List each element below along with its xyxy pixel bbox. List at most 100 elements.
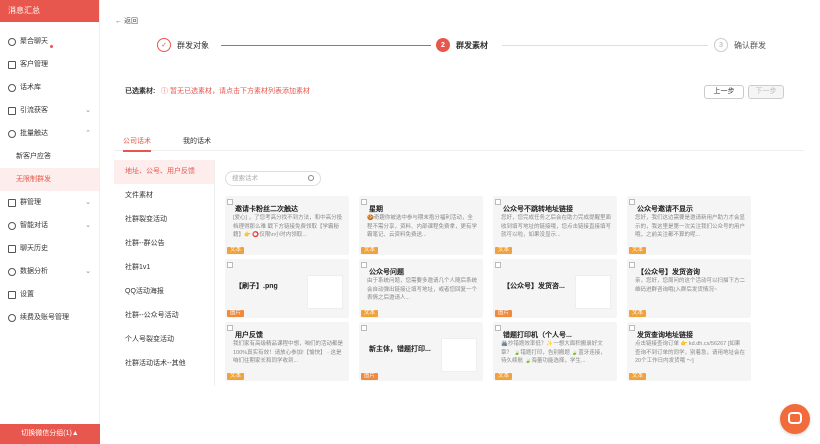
category-item[interactable]: 社群裂变活动 xyxy=(114,208,214,232)
step-connector-1 xyxy=(221,45,431,46)
material-card[interactable]: 【刷子】.png 图片 xyxy=(225,259,349,318)
card-checkbox[interactable] xyxy=(629,262,635,268)
material-card[interactable]: 公众号问题由于系统问题，您需要多邀请几个人随后系统会自动弹出链接让填写地址，或者… xyxy=(359,259,483,318)
step-2-label: 群发素材 xyxy=(456,40,488,50)
next-step-button[interactable]: 下一步 xyxy=(748,85,784,99)
card-type-tag: 文本 xyxy=(227,247,245,254)
chevron-icon: ⌄ xyxy=(85,107,91,114)
sidebar-item-0[interactable]: 聚合聊天 xyxy=(0,30,99,53)
sidebar-item-3[interactable]: 引流获客 ⌄ xyxy=(0,99,99,122)
sidebar-item-8[interactable]: 智能对话 ⌄ xyxy=(0,214,99,237)
card-type-tag: 图片 xyxy=(495,310,513,317)
sidebar-item-5[interactable]: 新客户应答 xyxy=(0,145,99,168)
chevron-icon: ⌃ xyxy=(85,130,91,137)
material-card[interactable]: 公众号邀请不显示 您好，我们这边需要是邀请新用户助力才会显示的，我这里是第一次关注… xyxy=(627,196,751,255)
card-checkbox[interactable] xyxy=(227,199,233,205)
category-item[interactable]: 文件素材 xyxy=(114,184,214,208)
chevron-icon: ⌄ xyxy=(85,199,91,206)
support-chat-button[interactable] xyxy=(780,404,810,434)
category-item[interactable]: 社群--公众号活动 xyxy=(114,304,214,328)
sidebar-item-7[interactable]: 群管理 ⌄ xyxy=(0,191,99,214)
card-checkbox[interactable] xyxy=(361,325,367,331)
category-item[interactable]: 社群1v1 xyxy=(114,256,214,280)
chevron-icon: ⌄ xyxy=(85,268,91,275)
card-checkbox[interactable] xyxy=(495,262,501,268)
category-item[interactable]: 社群--群公告 xyxy=(114,232,214,256)
sidebar-item-10[interactable]: 数据分析 ⌄ xyxy=(0,260,99,283)
sidebar-item-2[interactable]: 话术库 xyxy=(0,76,99,99)
image-thumbnail xyxy=(441,338,477,372)
category-item[interactable]: QQ活动海报 xyxy=(114,280,214,304)
card-type-tag: 文本 xyxy=(361,247,379,254)
card-checkbox[interactable] xyxy=(495,199,501,205)
card-checkbox[interactable] xyxy=(629,325,635,331)
category-item[interactable]: 地址、公号、用户反馈 xyxy=(114,160,214,184)
category-item[interactable]: 个人号裂变活动 xyxy=(114,328,214,352)
sidebar-item-9[interactable]: 聊天历史 xyxy=(0,237,99,260)
card-title: 【公众号】发货咨... xyxy=(503,283,565,290)
image-thumbnail xyxy=(307,275,343,309)
sidebar-item-11[interactable]: 设置 xyxy=(0,283,99,306)
card-checkbox[interactable] xyxy=(361,262,367,268)
card-checkbox[interactable] xyxy=(361,199,367,205)
sidebar-item-label: 设置 xyxy=(20,291,34,298)
material-card[interactable]: 【公众号】发货咨... 图片 xyxy=(493,259,617,318)
switch-wechat-group-button[interactable]: 切换微信分组(1)▲ xyxy=(0,424,100,444)
sidebar-item-label: 续费及账号管理 xyxy=(20,314,69,321)
sidebar-item-label: 客户管理 xyxy=(20,61,48,68)
material-card[interactable]: 星期 🍪奇趣你被选中参与期末抱分福利活动，全程不需分享，资料、内部课程免费拿，更有… xyxy=(359,196,483,255)
material-card[interactable]: 公众号不跳转地址链接 您好，您完成任务之后会在助力完成提醒里面收到填写地址的链接哦… xyxy=(493,196,617,255)
card-checkbox[interactable] xyxy=(495,325,501,331)
prev-step-button[interactable]: 上一步 xyxy=(704,85,744,99)
card-title: 星期 xyxy=(369,206,383,213)
material-tabs: 公司话术 我的话术 xyxy=(114,134,804,152)
back-link[interactable]: ← 返回 xyxy=(115,16,138,26)
step-1-label: 群发对象 xyxy=(177,40,209,50)
card-title: 邀请卡粉丝二次触达 xyxy=(235,206,298,213)
tab-my-scripts[interactable]: 我的话术 xyxy=(183,136,211,146)
group-icon xyxy=(8,198,16,207)
card-type-tag: 文本 xyxy=(495,247,513,254)
material-card[interactable]: 邀请卡粉丝二次触达 [爱心] ，了您考高分找不到方法，和中高分投档理得那么难 戳下… xyxy=(225,196,349,255)
sidebar-item-12[interactable]: 续费及账号管理 xyxy=(0,306,99,329)
category-list: 地址、公号、用户反馈 文件素材 社群裂变活动 社群--群公告 社群1v1 QQ活动海报 社群… xyxy=(114,160,214,376)
material-card[interactable]: 【公众号】发货咨询 亲，您好，您周问的这个活动可以扫描下方二维码进群咨询哦(入群后… xyxy=(627,259,751,318)
material-card[interactable]: 用户反馈 我们家有高级精品课程中想，咱们的活动都是100%真实有效！请放心参加!【… xyxy=(225,322,349,381)
sidebar-item-4[interactable]: 批量触达 ⌃ xyxy=(0,122,99,145)
sidebar-item-label: 无限制群发 xyxy=(16,176,51,183)
sidebar-item-label: 群管理 xyxy=(20,199,41,206)
material-card[interactable]: 发货查询地址链接 点击链接查询订单 👉 kd.dh.cx/56267 [如果查询不… xyxy=(627,322,751,381)
card-checkbox[interactable] xyxy=(227,325,233,331)
card-body: 我们家有高级精品课程中想，咱们的活动都是100%真实有效！请放心参加!【愉快】 … xyxy=(233,341,343,364)
card-body: 🖨️抄错题效率低？✨一想大面积搬录好文章？ 🍃错题打印，告别搬题 🍃蓝牙连接，待… xyxy=(501,341,606,364)
card-checkbox[interactable] xyxy=(629,199,635,205)
search-input[interactable]: 搜索话术 xyxy=(225,171,321,186)
selected-material-tip: ⓘ 暂无已选素材，请点击下方素材列表添加素材 xyxy=(161,88,310,95)
material-card[interactable]: 新主体，错题打印... 图片 xyxy=(359,322,483,381)
category-item[interactable]: 社群活动话术--其他 xyxy=(114,352,214,376)
sidebar-item-label: 智能对话 xyxy=(20,222,48,229)
book-icon xyxy=(8,83,16,92)
step-3: 3 确认群发 xyxy=(714,38,766,52)
chat-bubble-icon xyxy=(788,412,802,424)
tab-company-scripts[interactable]: 公司话术 xyxy=(123,136,151,152)
sidebar-title[interactable]: 消息汇总 xyxy=(0,0,99,22)
card-checkbox[interactable] xyxy=(227,262,233,268)
robot-icon xyxy=(8,221,16,230)
sidebar-item-6[interactable]: 无限制群发 xyxy=(0,168,99,191)
history-icon xyxy=(8,244,16,253)
card-title: 【刷子】.png xyxy=(235,283,278,290)
card-type-tag: 文本 xyxy=(227,373,245,380)
material-card[interactable]: 错题打印机（个人号... 🖨️抄错题效率低？✨一想大面积搬录好文章？ 🍃错题打印，… xyxy=(493,322,617,381)
card-body: 由于系统问题，您需要多邀请几个人随后系统会自动弹出链接让填写地址，或者您回复一个… xyxy=(367,278,477,301)
step-connector-2 xyxy=(502,45,708,46)
unread-dot xyxy=(50,44,53,48)
card-title: 公众号问题 xyxy=(369,269,404,276)
category-divider xyxy=(214,160,215,386)
sidebar-item-1[interactable]: 客户管理 xyxy=(0,53,99,76)
chart-icon xyxy=(8,267,16,276)
card-type-tag: 文本 xyxy=(629,247,647,254)
sidebar-item-label: 批量触达 xyxy=(20,130,48,137)
step-3-label: 确认群发 xyxy=(734,40,766,50)
arrow-left-icon: ← xyxy=(115,18,122,25)
